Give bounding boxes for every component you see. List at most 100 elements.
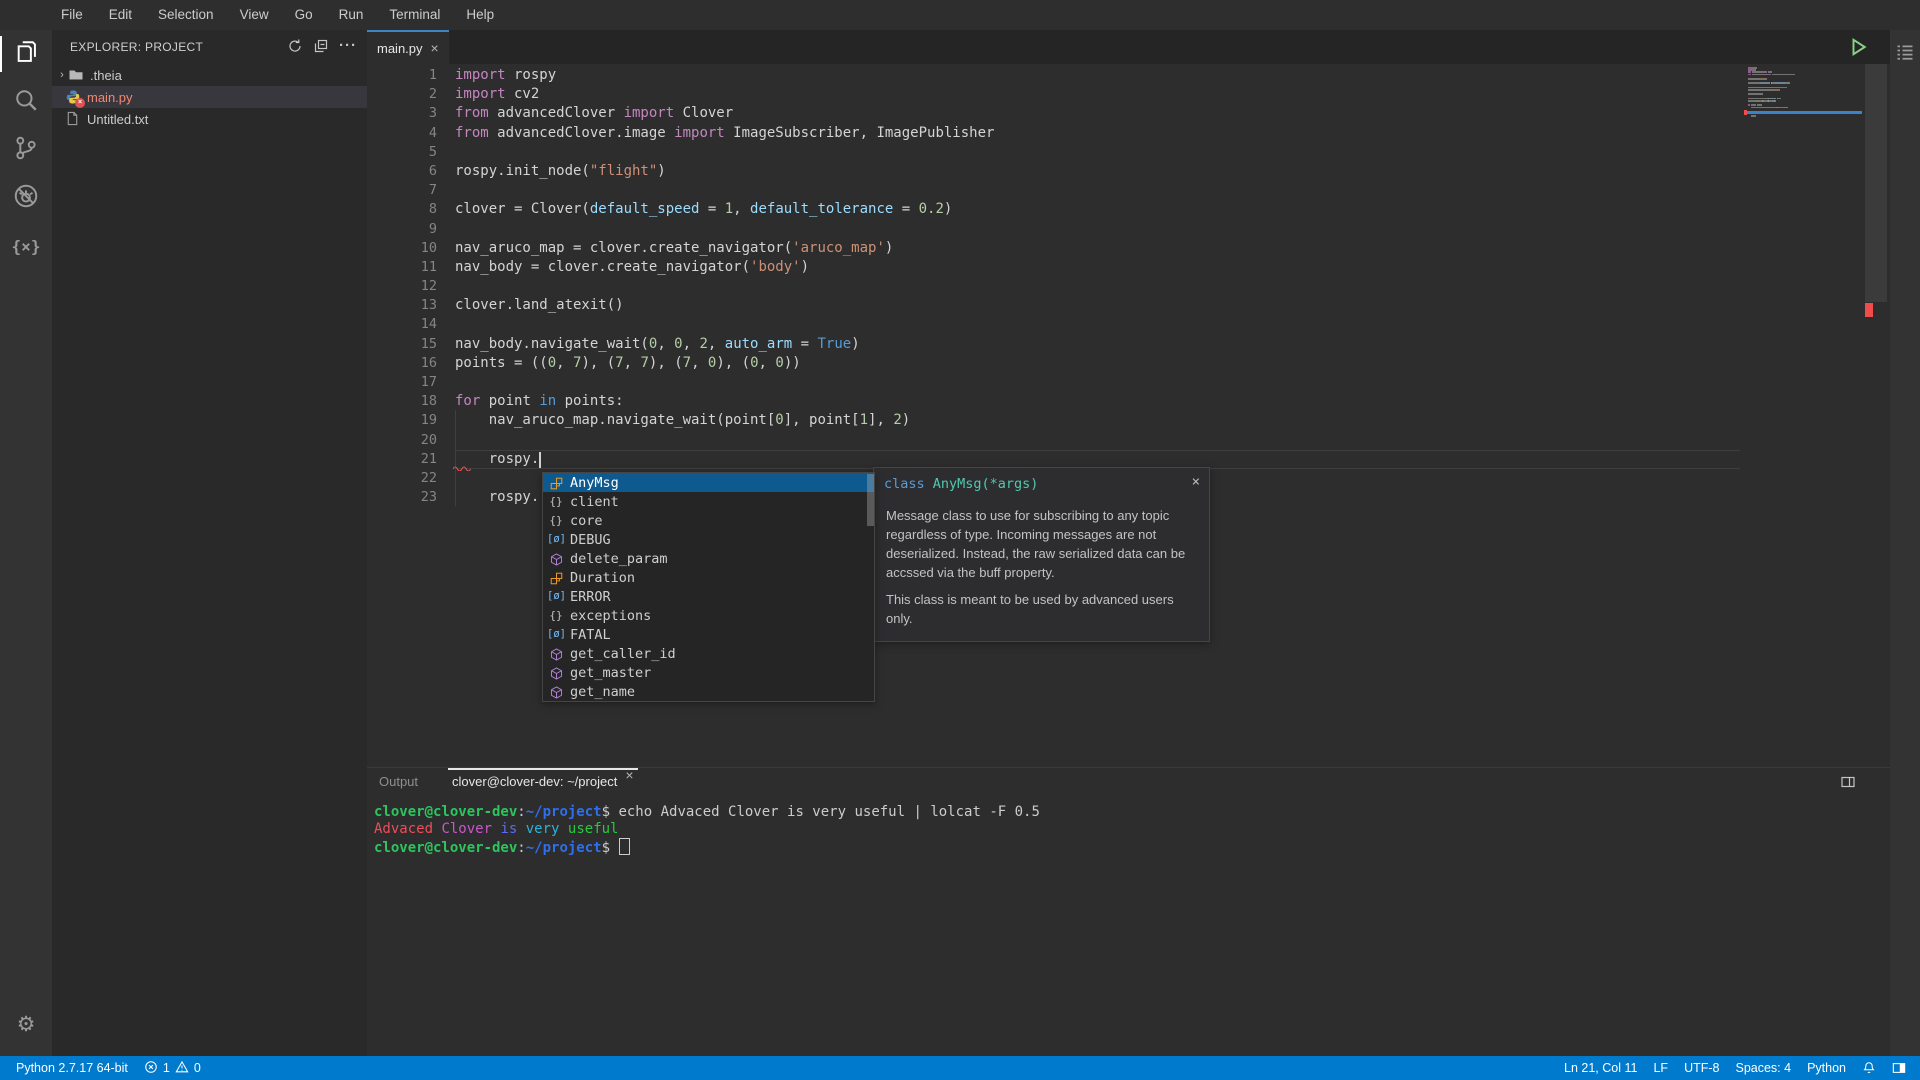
activity-search[interactable] <box>0 78 52 126</box>
completion-scrollbar-thumb[interactable] <box>867 474 874 526</box>
minimap-line <box>1748 93 1763 95</box>
activity-plugins[interactable]: {×} <box>0 222 52 270</box>
completion-item-debug[interactable]: [ø] DEBUG <box>543 530 874 549</box>
activity-source-control[interactable] <box>0 126 52 174</box>
constant-icon: [ø] <box>547 533 566 545</box>
completion-item-error[interactable]: [ø] ERROR <box>543 587 874 606</box>
status-python-interpreter[interactable]: Python 2.7.17 64-bit <box>16 1061 128 1075</box>
status-cursor-position[interactable]: Ln 21, Col 11 <box>1564 1061 1637 1075</box>
scrollbar-thumb[interactable] <box>1865 64 1887 302</box>
menu-selection[interactable]: Selection <box>145 0 227 30</box>
line-number[interactable]: 10 <box>367 239 455 258</box>
file-item-untitled-txt[interactable]: Untitled.txt <box>52 108 367 130</box>
minimap-line <box>1780 97 1781 100</box>
line-number[interactable]: 5 <box>367 143 455 162</box>
line-number[interactable]: 15 <box>367 335 455 354</box>
status-label: LF <box>1653 1061 1669 1075</box>
toggle-panel-icon[interactable] <box>1840 774 1856 793</box>
menu-edit[interactable]: Edit <box>96 0 145 30</box>
menu-run[interactable]: Run <box>326 0 377 30</box>
completion-item-delete_param[interactable]: delete_param <box>543 549 874 568</box>
line-number[interactable]: 1 <box>367 66 455 85</box>
status-language-mode[interactable]: Python <box>1807 1061 1846 1075</box>
activity-settings[interactable]: ⚙ <box>0 1000 52 1048</box>
line-number[interactable]: 13 <box>367 296 455 315</box>
outline-list-icon[interactable] <box>1895 42 1915 1056</box>
code-editor[interactable]: 1 import rospy 2 import cv2 3 from advancedCl… <box>367 64 1890 768</box>
line-number[interactable]: 21 <box>367 450 455 469</box>
line-number[interactable]: 20 <box>367 431 455 450</box>
line-number[interactable]: 18 <box>367 392 455 411</box>
notifications-bell-icon[interactable] <box>1862 1061 1876 1075</box>
status-indentation[interactable]: Spaces: 4 <box>1735 1061 1791 1075</box>
line-number[interactable]: 6 <box>367 162 455 181</box>
close-icon[interactable]: × <box>431 41 439 55</box>
layout-icon[interactable] <box>1892 1061 1906 1075</box>
activity-debug[interactable] <box>0 174 52 222</box>
explorer-refresh-button[interactable] <box>287 38 303 57</box>
code-line: 6 rospy.init_node("flight") <box>367 162 1890 181</box>
menu-terminal[interactable]: Terminal <box>376 0 453 30</box>
explorer-collapse-all-button[interactable] <box>313 38 329 57</box>
tab-main-py[interactable]: main.py × <box>367 30 449 64</box>
code-text: rospy. <box>455 489 540 506</box>
line-number[interactable]: 16 <box>367 354 455 373</box>
line-number[interactable]: 12 <box>367 277 455 296</box>
line-number[interactable]: 14 <box>367 315 455 334</box>
tab-terminal[interactable]: clover@clover-dev: ~/project × <box>448 768 639 796</box>
completion-item-duration[interactable]: Duration <box>543 568 874 587</box>
editor-scrollbar[interactable] <box>1862 64 1890 767</box>
line-number[interactable]: 9 <box>367 220 455 239</box>
completion-item-get_name[interactable]: get_name <box>543 682 874 701</box>
minimap-line <box>1786 86 1787 89</box>
completion-label: AnyMsg <box>570 474 619 491</box>
status-problems[interactable]: 10 <box>144 1060 201 1077</box>
close-icon[interactable]: × <box>1192 474 1200 490</box>
minimap[interactable] <box>1744 64 1862 767</box>
line-number[interactable]: 19 <box>367 411 455 430</box>
explorer-more-actions-button[interactable]: ··· <box>339 37 357 57</box>
line-number[interactable]: 22 <box>367 469 455 488</box>
menu-help[interactable]: Help <box>453 0 507 30</box>
doc-signature: class AnyMsg(*args) × <box>884 474 1200 492</box>
line-number[interactable]: 4 <box>367 124 455 143</box>
menu-file[interactable]: File <box>48 0 96 30</box>
warning-icon <box>175 1060 189 1077</box>
tab-output[interactable]: Output <box>375 768 422 796</box>
minimap-line <box>1751 73 1767 76</box>
menu-go[interactable]: Go <box>282 0 326 30</box>
terminal[interactable]: clover@clover-dev:~/project$ echo Advace… <box>367 796 1890 857</box>
status-eol[interactable]: LF <box>1653 1061 1668 1075</box>
completion-label: get_master <box>570 664 652 681</box>
completion-label: get_caller_id <box>570 645 676 662</box>
completion-item-get_master[interactable]: get_master <box>543 663 874 682</box>
completion-item-core[interactable]: {} core <box>543 511 874 530</box>
line-number[interactable]: 23 <box>367 488 455 507</box>
files-icon <box>13 39 39 70</box>
completion-item-anymsg[interactable]: AnyMsg <box>543 473 874 492</box>
line-number[interactable]: 2 <box>367 85 455 104</box>
line-number[interactable]: 11 <box>367 258 455 277</box>
file-item--theia[interactable]: › .theia <box>52 64 367 86</box>
activity-explorer[interactable] <box>0 30 52 78</box>
run-button[interactable] <box>1846 35 1870 64</box>
line-number[interactable]: 8 <box>367 200 455 219</box>
completion-label: FATAL <box>570 626 611 643</box>
completion-item-exceptions[interactable]: {} exceptions <box>543 606 874 625</box>
line-number[interactable]: 3 <box>367 104 455 123</box>
line-number[interactable]: 17 <box>367 373 455 392</box>
completion-item-fatal[interactable]: [ø] FATAL <box>543 625 874 644</box>
file-item-main-py[interactable]: × main.py <box>52 86 367 108</box>
code-line: 4 from advancedClover.image import ImageS… <box>367 124 1890 143</box>
explorer-header: EXPLORER: PROJECT ··· <box>52 30 367 64</box>
interpreter-label: Python 2.7.17 64-bit <box>16 1061 128 1075</box>
line-number[interactable]: 7 <box>367 181 455 200</box>
completion-item-client[interactable]: {} client <box>543 492 874 511</box>
error-badge: × <box>75 98 85 108</box>
status-encoding[interactable]: UTF-8 <box>1684 1061 1719 1075</box>
completion-label: delete_param <box>570 550 668 567</box>
menu-view[interactable]: View <box>227 0 282 30</box>
completion-item-get_caller_id[interactable]: get_caller_id <box>543 644 874 663</box>
close-icon[interactable]: × <box>625 768 633 796</box>
code-text: rospy.init_node("flight") <box>455 162 666 179</box>
